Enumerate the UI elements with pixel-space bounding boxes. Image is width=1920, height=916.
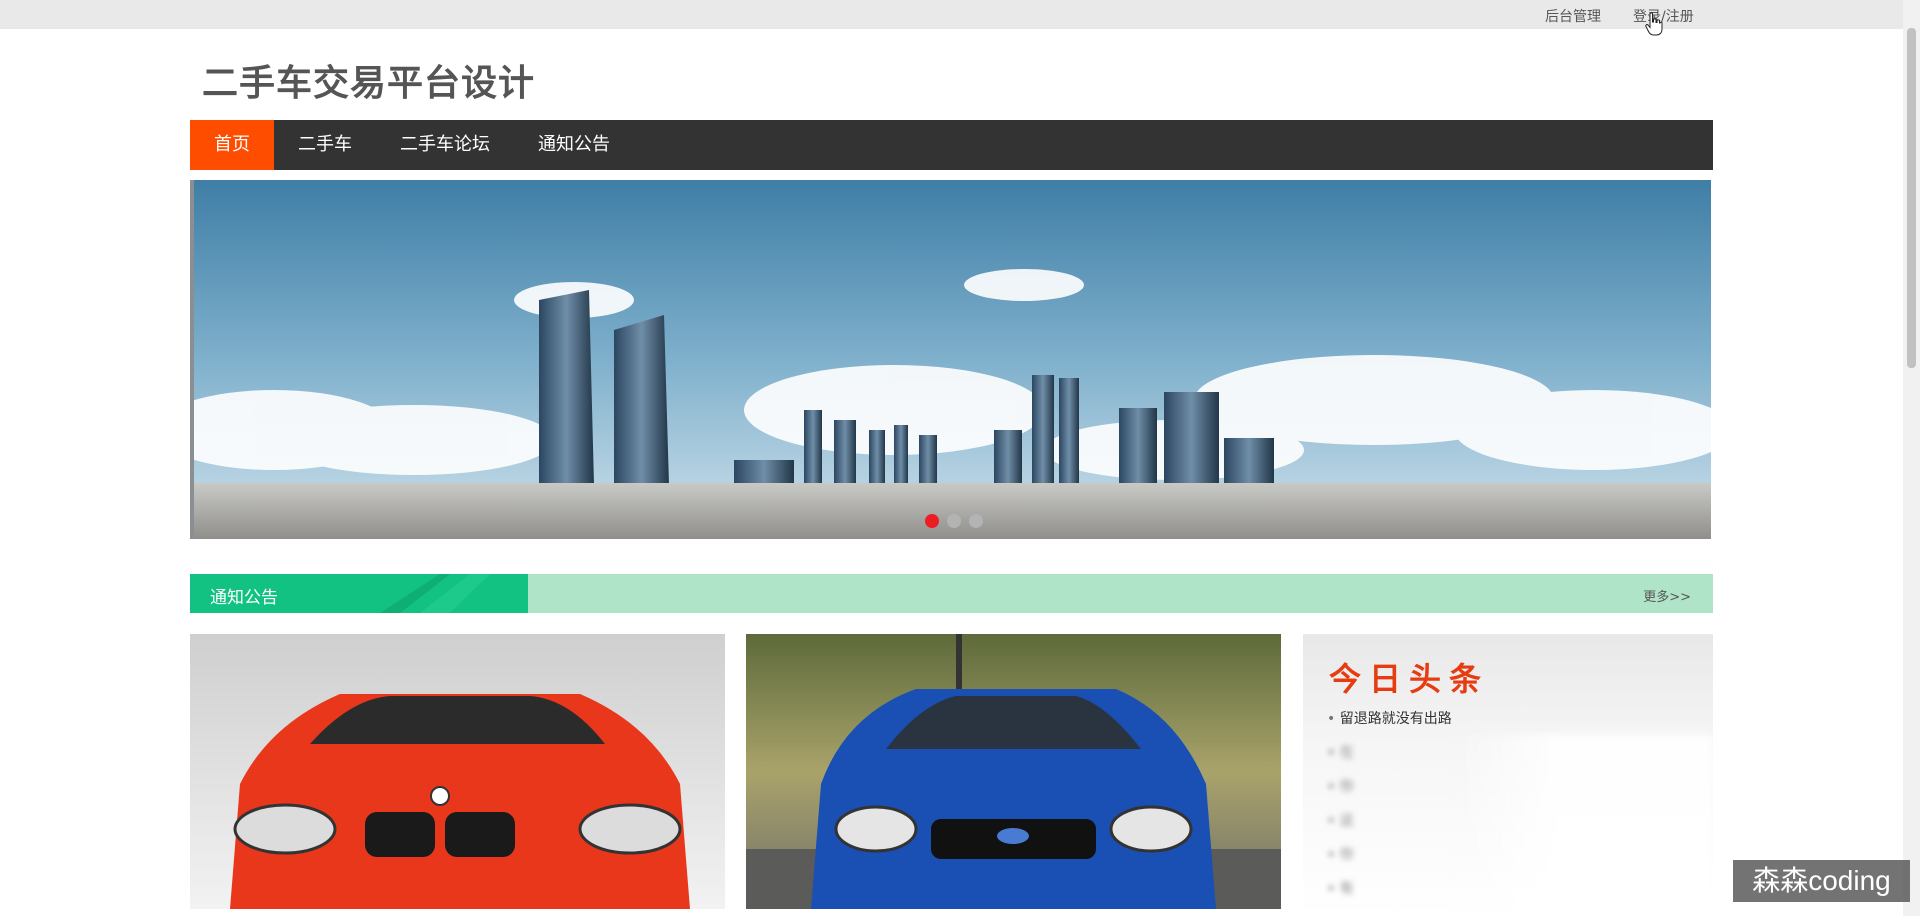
- main-nav: 首页 二手车 二手车论坛 通知公告: [190, 120, 1713, 170]
- headline-item[interactable]: 有: [1327, 878, 1452, 912]
- section-title: 通知公告: [210, 588, 278, 608]
- blue-car-image: [746, 634, 1281, 909]
- headline-item[interactable]: 你: [1327, 844, 1452, 878]
- headlines-list: 留退路就没有出路 在 你 这 你 有: [1327, 708, 1452, 912]
- headline-item[interactable]: 留退路就没有出路: [1327, 708, 1452, 742]
- login-register-link[interactable]: 登录/注册: [1633, 6, 1694, 26]
- city-skyline-image: [194, 180, 1711, 539]
- watermark-label: 森森coding: [1733, 860, 1910, 902]
- headline-item[interactable]: 你: [1327, 776, 1452, 810]
- car-card-blue[interactable]: [746, 634, 1281, 909]
- headline-item[interactable]: 在: [1327, 742, 1452, 776]
- more-link[interactable]: 更多>>: [1643, 586, 1691, 605]
- admin-link[interactable]: 后台管理: [1545, 6, 1601, 26]
- headline-item[interactable]: 这: [1327, 810, 1452, 844]
- nav-item-forum[interactable]: 二手车论坛: [376, 120, 514, 170]
- red-car-image: [190, 634, 725, 909]
- nav-item-used-cars[interactable]: 二手车: [274, 120, 376, 170]
- scrollbar-thumb[interactable]: [1907, 28, 1916, 368]
- blur-overlay: [1453, 734, 1713, 916]
- top-bar: 后台管理 登录/注册: [0, 0, 1920, 36]
- headlines-panel: 今日头条 留退路就没有出路 在 你 这 你 有: [1303, 634, 1713, 916]
- hero-banner[interactable]: [190, 180, 1711, 539]
- carousel-dot-1[interactable]: [925, 514, 939, 528]
- car-card-red[interactable]: [190, 634, 725, 909]
- site-title: 二手车交易平台设计: [202, 63, 536, 104]
- hand-cursor-icon: [1645, 12, 1663, 36]
- nav-item-home[interactable]: 首页: [190, 120, 274, 170]
- nav-item-notices[interactable]: 通知公告: [514, 120, 634, 170]
- page-scrollbar[interactable]: [1903, 0, 1920, 916]
- carousel-dot-3[interactable]: [969, 514, 983, 528]
- headlines-title: 今日头条: [1329, 660, 1490, 698]
- carousel-dots: [925, 514, 983, 528]
- notice-section-header: 通知公告 更多>>: [190, 574, 1713, 613]
- carousel-dot-2[interactable]: [947, 514, 961, 528]
- notice-section-tab: 通知公告: [190, 574, 528, 613]
